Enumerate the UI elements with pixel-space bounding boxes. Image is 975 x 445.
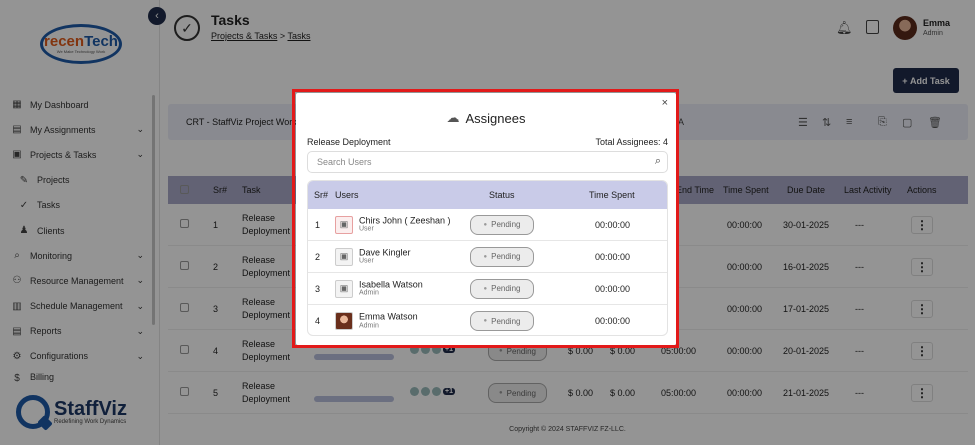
highlight-frame bbox=[292, 89, 679, 348]
